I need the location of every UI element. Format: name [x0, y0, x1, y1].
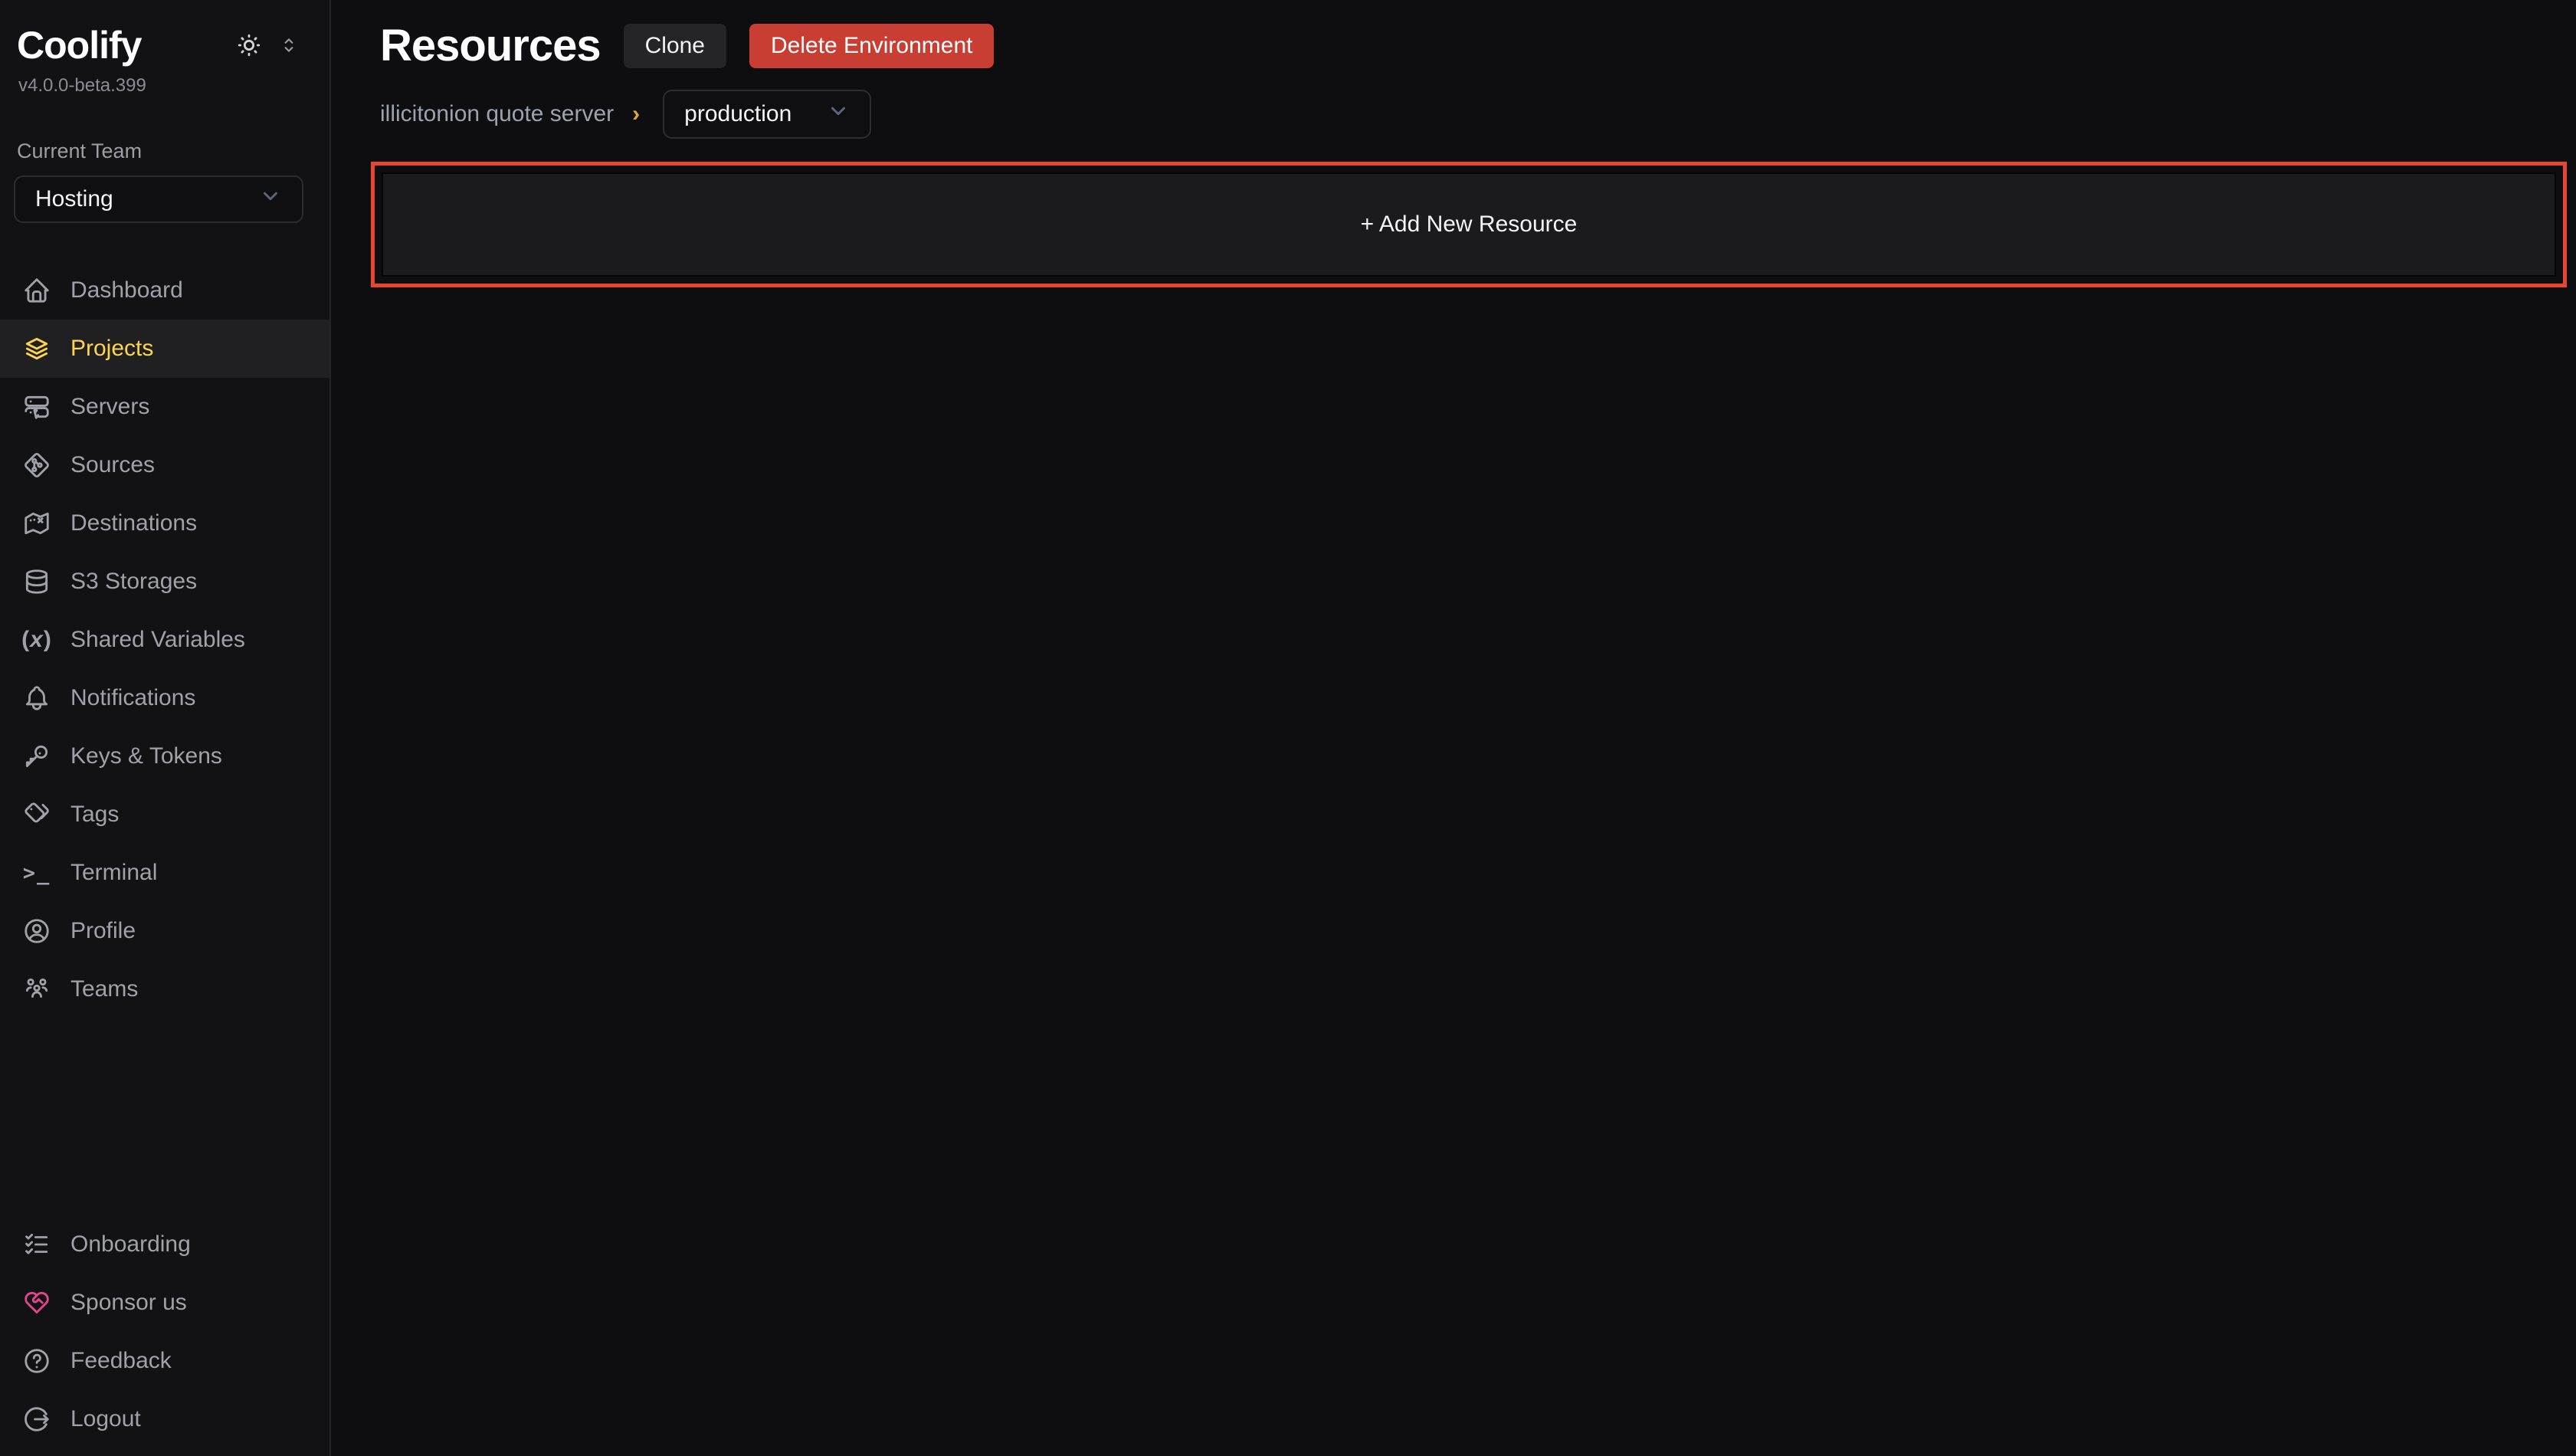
- clone-button[interactable]: Clone: [624, 24, 726, 68]
- logout-icon: [21, 1404, 52, 1435]
- sidebar-item-projects[interactable]: Projects: [0, 320, 329, 378]
- sidebar-item-label: Profile: [70, 918, 136, 944]
- sidebar-item-tags[interactable]: Tags: [0, 785, 329, 844]
- checklist-icon: [21, 1229, 52, 1260]
- highlight-outline: + Add New Resource: [371, 162, 2567, 287]
- add-new-resource-label: + Add New Resource: [1361, 212, 1578, 238]
- app-version: v4.0.0-beta.399: [0, 67, 329, 97]
- app-logo: Coolify: [17, 23, 141, 67]
- sidebar-item-destinations[interactable]: Destinations: [0, 494, 329, 553]
- page-title: Resources: [380, 20, 601, 71]
- current-team-label: Current Team: [0, 139, 329, 163]
- chevron-right-icon: ›: [629, 101, 643, 127]
- breadcrumb: illicitonion quote server › production: [380, 90, 2576, 139]
- key-icon: [21, 741, 52, 772]
- sidebar-item-dashboard[interactable]: Dashboard: [0, 261, 329, 320]
- sidebar-item-label: Shared Variables: [70, 627, 245, 653]
- heart-handshake-icon: [21, 1287, 52, 1318]
- team-select[interactable]: Hosting: [14, 175, 303, 223]
- environment-select[interactable]: production: [663, 90, 871, 139]
- sidebar-item-label: Terminal: [70, 860, 157, 886]
- sidebar-item-label: Destinations: [70, 510, 197, 536]
- team-select-value: Hosting: [35, 186, 113, 212]
- sidebar-item-label: Tags: [70, 802, 119, 828]
- logo-row: Coolify: [0, 0, 329, 67]
- sidebar-item-label: Teams: [70, 976, 138, 1002]
- sidebar-item-label: Sponsor us: [70, 1290, 187, 1316]
- sidebar-item-label: Sources: [70, 452, 155, 478]
- home-icon: [21, 275, 52, 306]
- sidebar-footer-nav: Onboarding Sponsor us Feedback Logout: [0, 1215, 329, 1448]
- sidebar-item-teams[interactable]: Teams: [0, 960, 329, 1018]
- delete-environment-button[interactable]: Delete Environment: [749, 24, 994, 68]
- users-icon: [21, 974, 52, 1005]
- sidebar-item-terminal[interactable]: >_ Terminal: [0, 844, 329, 902]
- sidebar-item-label: Dashboard: [70, 277, 183, 303]
- server-icon: [21, 392, 52, 422]
- sidebar-item-label: Onboarding: [70, 1231, 191, 1258]
- sidebar-item-label: Logout: [70, 1406, 141, 1432]
- chevron-selector-icon[interactable]: [279, 35, 299, 55]
- breadcrumb-project-link[interactable]: illicitonion quote server: [380, 101, 614, 127]
- sidebar-item-keys-tokens[interactable]: Keys & Tokens: [0, 727, 329, 785]
- sidebar-nav: Dashboard Projects Servers Sources Destinati…: [0, 261, 329, 1018]
- tags-icon: [21, 799, 52, 830]
- sidebar-item-feedback[interactable]: Feedback: [0, 1332, 329, 1390]
- environment-select-value: production: [684, 101, 791, 127]
- sun-icon[interactable]: [236, 32, 262, 58]
- sidebar-item-onboarding[interactable]: Onboarding: [0, 1215, 329, 1274]
- sidebar-item-sponsor-us[interactable]: Sponsor us: [0, 1274, 329, 1332]
- user-circle-icon: [21, 916, 52, 946]
- map-icon: [21, 508, 52, 539]
- sidebar-item-label: Notifications: [70, 685, 195, 711]
- sidebar-spacer: [0, 1018, 329, 1215]
- add-new-resource-button[interactable]: + Add New Resource: [382, 172, 2556, 277]
- variables-icon: (x): [21, 625, 52, 655]
- sidebar-item-servers[interactable]: Servers: [0, 378, 329, 436]
- git-icon: [21, 450, 52, 480]
- sidebar-item-s3-storages[interactable]: S3 Storages: [0, 553, 329, 611]
- database-icon: [21, 566, 52, 597]
- sidebar-item-notifications[interactable]: Notifications: [0, 669, 329, 727]
- chevron-down-icon: [259, 185, 282, 214]
- sidebar-item-shared-variables[interactable]: (x) Shared Variables: [0, 611, 329, 669]
- terminal-icon: >_: [21, 858, 52, 888]
- sidebar: Coolify v4.0.0-beta.399 Current Team Hos…: [0, 0, 331, 1456]
- sidebar-item-sources[interactable]: Sources: [0, 436, 329, 494]
- help-circle-icon: [21, 1346, 52, 1376]
- sidebar-item-logout[interactable]: Logout: [0, 1390, 329, 1448]
- sidebar-item-label: Keys & Tokens: [70, 743, 222, 769]
- chevron-down-icon: [827, 100, 850, 129]
- sidebar-item-label: Servers: [70, 394, 149, 420]
- main-content: Resources Clone Delete Environment illic…: [331, 0, 2576, 1456]
- bell-icon: [21, 683, 52, 713]
- sidebar-item-label: Feedback: [70, 1348, 172, 1374]
- sidebar-item-label: Projects: [70, 336, 153, 362]
- sidebar-item-label: S3 Storages: [70, 569, 197, 595]
- layers-icon: [21, 333, 52, 364]
- page-header: Resources Clone Delete Environment: [380, 20, 2576, 71]
- sidebar-item-profile[interactable]: Profile: [0, 902, 329, 960]
